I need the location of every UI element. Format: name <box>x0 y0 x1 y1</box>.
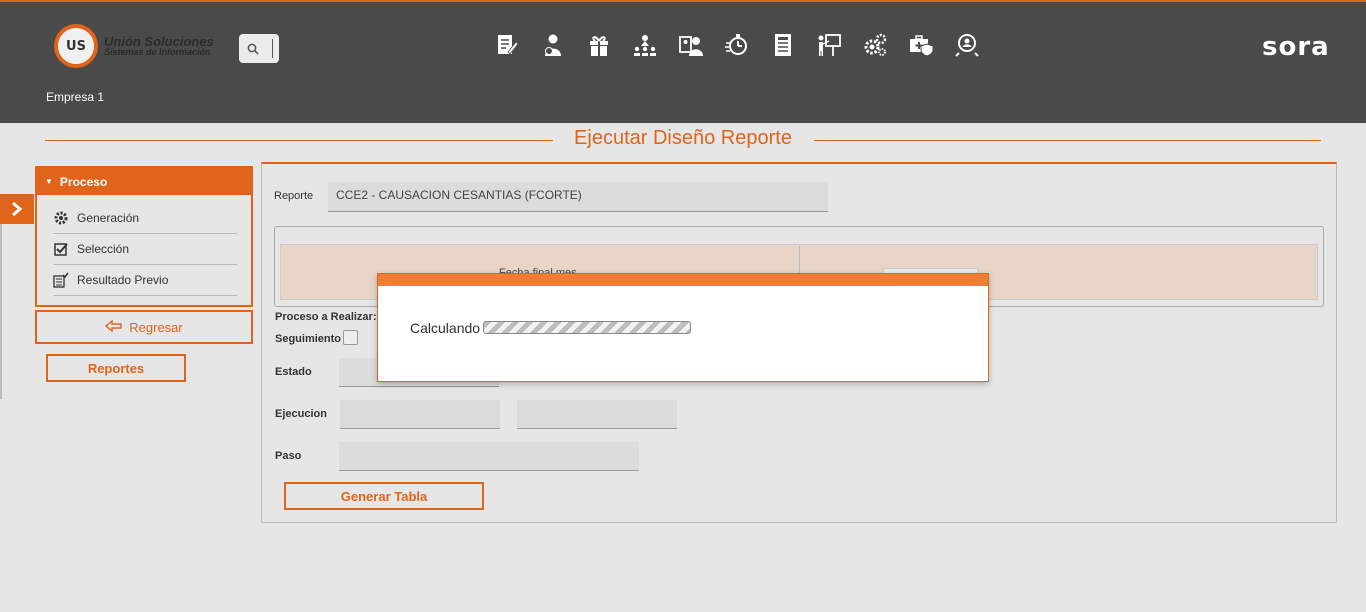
paso-field[interactable] <box>339 442 639 471</box>
search-icon <box>247 43 259 55</box>
menu-item-resultado-previo[interactable]: Resultado Previo <box>53 265 237 296</box>
sidebar-toggle[interactable] <box>0 194 34 224</box>
ejecucion-start-field[interactable] <box>340 400 500 429</box>
report-list-icon[interactable] <box>767 31 799 59</box>
menu-item-generacion[interactable]: Generación <box>53 203 237 234</box>
top-header: US Unión Soluciones Sistemas de Informac… <box>0 0 1366 123</box>
presenter-board-icon[interactable] <box>813 31 845 59</box>
calculating-dialog: Calculando <box>377 273 989 382</box>
menu-item-label: Selección <box>77 242 130 256</box>
sora-brand: sora <box>1262 32 1330 62</box>
stopwatch-icon[interactable] <box>721 31 753 59</box>
calculating-label: Calculando <box>410 320 481 336</box>
page-title: Ejecutar Diseño Reporte <box>574 127 792 149</box>
sidebar-edge <box>0 224 2 399</box>
company-name: Empresa 1 <box>46 90 105 104</box>
menu-item-seleccion[interactable]: Selección <box>53 234 237 265</box>
logo-subtitle: Sistemas de Información <box>104 47 211 57</box>
org-chart-icon[interactable] <box>629 31 661 59</box>
user-money-icon[interactable] <box>537 31 569 59</box>
ejecucion-end-field[interactable] <box>517 400 677 429</box>
user-id-icon[interactable] <box>675 31 707 59</box>
gear-icon <box>53 210 69 226</box>
title-rule-right <box>814 140 1321 141</box>
regresar-label: Regresar <box>129 319 183 335</box>
reportes-button[interactable]: Reportes <box>46 354 186 382</box>
estado-label: Estado <box>275 366 312 378</box>
reporte-label: Reporte <box>274 190 314 202</box>
company-logo[interactable]: US Unión Soluciones Sistemas de Informac… <box>54 24 214 68</box>
gift-icon[interactable] <box>583 31 615 59</box>
logo-initials: US <box>66 38 86 54</box>
menu-item-label: Generación <box>77 211 140 225</box>
search-cursor <box>272 39 273 58</box>
main-nav <box>491 31 983 59</box>
proceso-panel: ▼ Proceso Generación Selección Resultado… <box>35 166 253 307</box>
reporte-field[interactable]: CCE2 - CAUSACION CESANTIAS (FCORTE) <box>328 182 828 212</box>
settings-gears-icon[interactable] <box>859 31 891 59</box>
caret-down-icon: ▼ <box>45 177 53 186</box>
user-search-icon[interactable] <box>951 31 983 59</box>
menu-item-label: Resultado Previo <box>77 273 169 287</box>
progress-bar <box>483 321 691 334</box>
title-rule-left <box>45 140 553 141</box>
search-button[interactable] <box>239 34 279 63</box>
list-check-icon <box>53 272 69 288</box>
medical-case-shield-icon[interactable] <box>905 31 937 59</box>
ejecucion-label: Ejecucion <box>275 408 327 420</box>
back-hand-icon <box>105 319 123 335</box>
proceso-header[interactable]: ▼ Proceso <box>37 168 251 195</box>
seguimiento-label: Seguimiento <box>275 333 342 345</box>
logo-badge: US <box>54 24 98 68</box>
seguimiento-checkbox[interactable] <box>343 330 358 345</box>
checkbox-check-icon <box>53 241 69 257</box>
regresar-button[interactable]: Regresar <box>35 310 253 344</box>
paso-label: Paso <box>275 450 302 462</box>
proceso-realizar-label: Proceso a Realizar: <box>275 311 377 323</box>
chevron-right-icon <box>12 201 23 217</box>
dialog-header <box>378 274 988 286</box>
generar-tabla-button[interactable]: Generar Tabla <box>284 482 484 510</box>
edit-document-icon[interactable] <box>491 31 523 59</box>
proceso-title: Proceso <box>59 174 108 189</box>
